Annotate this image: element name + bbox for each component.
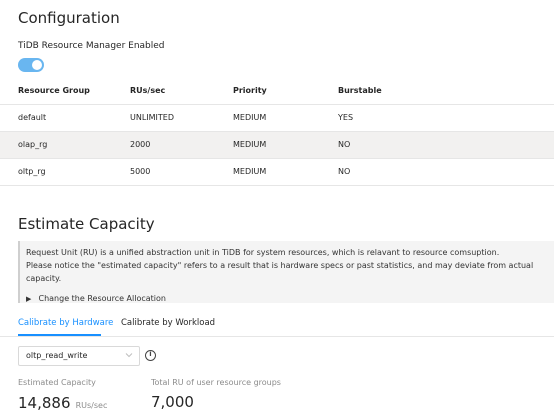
- cell-burstable: NO: [338, 167, 351, 176]
- configuration-title: Configuration: [18, 9, 120, 27]
- toggle-knob: [32, 60, 42, 70]
- cell-priority: MEDIUM: [233, 140, 267, 149]
- estimated-capacity: 14,886 RUs/sec: [18, 393, 107, 412]
- resource-manager-toggle-label: TiDB Resource Manager Enabled: [18, 41, 165, 51]
- table-row[interactable]: oltp_rg 5000 MEDIUM NO: [0, 159, 554, 185]
- estimated-capacity-label: Estimated Capacity: [18, 378, 96, 387]
- change-allocation-label: Change the Resource Allocation: [38, 294, 166, 303]
- resource-manager-toggle[interactable]: [18, 58, 44, 72]
- cell-priority: MEDIUM: [233, 113, 267, 122]
- resource-group-table: Resource Group RUs/sec Priority Burstabl…: [0, 76, 554, 186]
- total-ru-value: 7,000: [151, 393, 194, 411]
- estimated-capacity-value: 14,886: [18, 394, 71, 412]
- ru-info-box: Request Unit (RU) is a unified abstracti…: [18, 241, 554, 303]
- cell-burstable: YES: [338, 113, 354, 122]
- cell-resource-group: oltp_rg: [18, 167, 46, 176]
- cell-priority: MEDIUM: [233, 167, 267, 176]
- tab-calibrate-by-workload[interactable]: Calibrate by Workload: [121, 318, 215, 328]
- change-allocation-toggle[interactable]: ▶ Change the Resource Allocation: [26, 286, 166, 303]
- cell-rus-sec: UNLIMITED: [130, 113, 175, 122]
- column-header-resource-group[interactable]: Resource Group: [18, 86, 90, 95]
- ru-info-line-1: Request Unit (RU) is a unified abstracti…: [26, 248, 500, 257]
- tabs-divider: [0, 336, 554, 337]
- cell-resource-group: olap_rg: [18, 140, 48, 149]
- caret-right-icon: ▶: [26, 295, 32, 303]
- total-ru-label: Total RU of user resource groups: [151, 378, 281, 387]
- table-row[interactable]: default UNLIMITED MEDIUM YES: [0, 105, 554, 131]
- cell-rus-sec: 2000: [130, 140, 151, 149]
- tab-calibrate-by-hardware[interactable]: Calibrate by Hardware: [18, 318, 113, 328]
- cell-burstable: NO: [338, 140, 351, 149]
- column-header-burstable[interactable]: Burstable: [338, 86, 382, 95]
- table-header-row: Resource Group RUs/sec Priority Burstabl…: [0, 76, 554, 104]
- estimated-capacity-unit: RUs/sec: [75, 401, 108, 410]
- info-icon[interactable]: i: [145, 350, 156, 361]
- estimate-capacity-title: Estimate Capacity: [18, 215, 155, 233]
- workload-select-value: oltp_read_write: [26, 351, 88, 360]
- cell-rus-sec: 5000: [130, 167, 151, 176]
- column-header-priority[interactable]: Priority: [233, 86, 267, 95]
- cell-resource-group: default: [18, 113, 47, 122]
- column-header-rus-sec[interactable]: RUs/sec: [130, 86, 165, 95]
- chevron-down-icon: [125, 353, 133, 358]
- table-row[interactable]: olap_rg 2000 MEDIUM NO: [0, 132, 554, 158]
- workload-select[interactable]: oltp_read_write: [18, 346, 140, 366]
- ru-info-line-2: Please notice the "estimated capacity" r…: [26, 261, 534, 283]
- row-divider: [0, 185, 554, 186]
